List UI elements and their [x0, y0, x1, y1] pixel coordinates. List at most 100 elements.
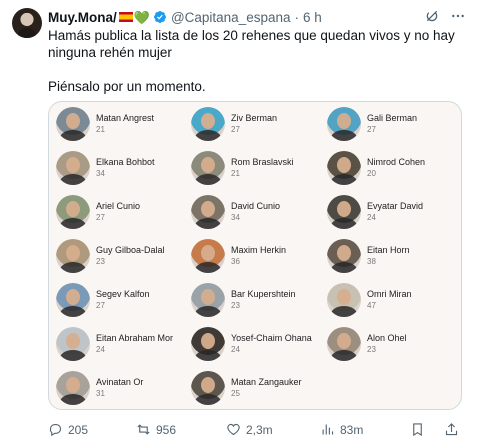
hostage-photo	[56, 283, 90, 317]
hostage-age: 27	[231, 125, 240, 134]
hostage-item: Yosef-Chaim Ohana 24	[191, 325, 312, 363]
spain-flag-icon	[118, 12, 133, 22]
reply-button[interactable]: 205	[48, 422, 88, 437]
verified-badge-icon[interactable]	[153, 10, 167, 24]
hostage-photo	[56, 151, 90, 185]
green-heart-icon: 💚	[133, 9, 150, 25]
hostage-age: 24	[367, 213, 376, 222]
hostage-photo	[191, 195, 225, 229]
separator-dot: ·	[294, 9, 299, 25]
hostage-name: Eitan Horn	[367, 245, 410, 255]
hostage-photo	[327, 107, 361, 141]
hostage-item: Matan Angrest 21	[56, 105, 154, 143]
share-icon	[445, 423, 458, 436]
hostage-item: Ariel Cunio 27	[56, 193, 140, 231]
hostage-age: 34	[96, 169, 105, 178]
hostage-list-image[interactable]: Matan Angrest 21 Ziv Berman 27 Gali Berman 27…	[48, 101, 462, 410]
hostage-age: 38	[367, 257, 376, 266]
hostage-item: David Cunio 34	[191, 193, 280, 231]
hostage-photo	[56, 107, 90, 141]
hostage-name: Omri Miran	[367, 289, 412, 299]
hostage-photo	[191, 107, 225, 141]
hostage-age: 24	[96, 345, 105, 354]
hostage-info: Yosef-Chaim Ohana 24	[231, 332, 312, 356]
hostage-age: 23	[96, 257, 105, 266]
hostage-age: 21	[231, 169, 240, 178]
hostage-photo	[327, 239, 361, 273]
hostage-age: 31	[96, 389, 105, 398]
hostage-item: Eitan Abraham Mor 24	[56, 325, 173, 363]
hostage-name: Ariel Cunio	[96, 201, 141, 211]
hostage-name: Rom Braslavski	[231, 157, 294, 167]
hostage-info: Alon Ohel 23	[367, 332, 407, 356]
author-handle[interactable]: @Capitana_espana	[171, 10, 291, 25]
post-timestamp[interactable]: 6 h	[303, 10, 322, 25]
repost-count: 956	[156, 422, 177, 437]
repost-button[interactable]: 956	[136, 422, 176, 437]
hostage-info: David Cunio 34	[231, 200, 280, 224]
hostage-item: Gali Berman 27	[327, 105, 417, 143]
hostage-age: 25	[231, 389, 240, 398]
hostage-age: 27	[367, 125, 376, 134]
hostage-info: Nimrod Cohen 20	[367, 156, 425, 180]
bookmark-button[interactable]	[410, 422, 425, 437]
reply-count: 205	[68, 422, 89, 437]
hostage-info: Maxim Herkin 36	[231, 244, 286, 268]
hostage-info: Avinatan Or 31	[96, 376, 143, 400]
grok-icon[interactable]	[424, 8, 440, 24]
hostage-item: Nimrod Cohen 20	[327, 149, 425, 187]
like-button[interactable]: 2,3m	[226, 422, 273, 437]
hostage-name: Matan Angrest	[96, 113, 155, 123]
hostage-photo	[327, 151, 361, 185]
more-options-icon[interactable]	[450, 8, 466, 24]
hostage-photo	[191, 151, 225, 185]
hostage-name: Alon Ohel	[367, 333, 407, 343]
hostage-age: 34	[231, 213, 240, 222]
repost-icon	[137, 424, 150, 435]
hostage-name: Eitan Abraham Mor	[96, 333, 174, 343]
post-header: Muy.Mona/ 💚 @Capitana_espana · 6 h	[48, 8, 466, 26]
reply-icon	[49, 423, 62, 437]
hostage-name: Evyatar David	[367, 201, 424, 211]
hostage-photo	[327, 327, 361, 361]
views-icon	[322, 424, 334, 435]
hostage-name: Guy Gilboa-Dalal	[96, 245, 165, 255]
views-button[interactable]: 83m	[320, 422, 363, 437]
hostage-name: Elkana Bohbot	[96, 157, 155, 167]
hostage-info: Ziv Berman 27	[231, 112, 277, 136]
hostage-photo	[56, 195, 90, 229]
hostage-age: 27	[96, 213, 105, 222]
hostage-name: Maxim Herkin	[231, 245, 287, 255]
hostage-info: Guy Gilboa-Dalal 23	[96, 244, 165, 268]
hostage-photo	[327, 283, 361, 317]
author-avatar[interactable]	[12, 8, 42, 38]
hostage-photo	[56, 327, 90, 361]
hostage-info: Evyatar David 24	[367, 200, 423, 224]
bookmark-icon	[413, 423, 422, 437]
hostage-item: Omri Miran 47	[327, 281, 412, 319]
hostage-age: 24	[231, 345, 240, 354]
hostage-age: 23	[231, 301, 240, 310]
hostage-name: Avinatan Or	[96, 377, 144, 387]
views-count: 83m	[340, 422, 364, 437]
hostage-item: Segev Kalfon 27	[56, 281, 150, 319]
hostage-photo	[327, 195, 361, 229]
hostage-item: Rom Braslavski 21	[191, 149, 294, 187]
hostage-item: Avinatan Or 31	[56, 369, 143, 407]
hostage-age: 21	[96, 125, 105, 134]
hostage-name: Matan Zangauker	[231, 377, 302, 387]
hostage-info: Gali Berman 27	[367, 112, 417, 136]
author-name[interactable]: Muy.Mona/	[48, 10, 117, 25]
hostage-photo	[191, 283, 225, 317]
hostage-age: 36	[231, 257, 240, 266]
hostage-item: Ziv Berman 27	[191, 105, 277, 143]
heart-icon	[227, 423, 240, 436]
share-button[interactable]	[444, 422, 459, 437]
hostage-info: Eitan Horn 38	[367, 244, 410, 268]
hostage-name: Gali Berman	[367, 113, 418, 123]
hostage-item: Matan Zangauker 25	[191, 369, 302, 407]
hostage-info: Eitan Abraham Mor 24	[96, 332, 173, 356]
hostage-photo	[56, 239, 90, 273]
hostage-name: Ziv Berman	[231, 113, 278, 123]
hostage-item: Alon Ohel 23	[327, 325, 407, 363]
